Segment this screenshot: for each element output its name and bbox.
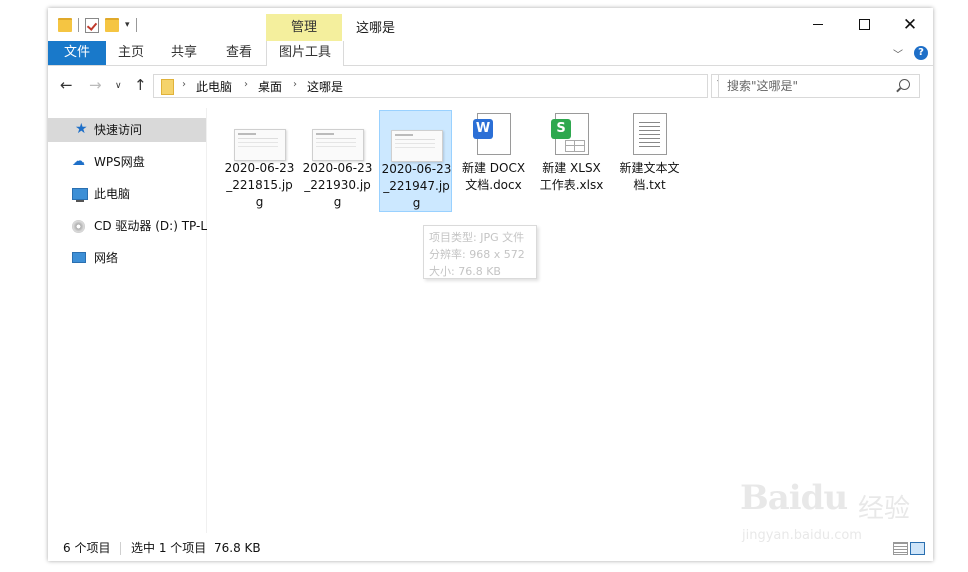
recent-locations-chevron-icon[interactable]: ∨: [115, 81, 122, 91]
tab-file[interactable]: 文件: [48, 41, 106, 65]
tab-picture-tools[interactable]: 图片工具: [266, 41, 344, 66]
selection-size: 76.8 KB: [214, 541, 261, 555]
properties-icon[interactable]: [85, 17, 99, 33]
sidebar-item-this-pc[interactable]: 此电脑: [48, 182, 206, 206]
breadcrumb-chevron-icon[interactable]: ›: [244, 79, 248, 90]
item-count: 6 个项目: [63, 541, 111, 555]
navigation-pane: ★ 快速访问 ☁ WPS网盘 此电脑 CD 驱动器 (D:) TP-L 网络: [48, 108, 207, 533]
file-name: 新建 DOCX 文档.docx: [461, 161, 526, 192]
file-item-jpg-221815[interactable]: 2020-06-23_221815.jpg: [223, 110, 296, 212]
image-thumbnail: [391, 130, 443, 162]
contextual-tab-manage: 管理: [266, 14, 342, 41]
file-item-docx[interactable]: 新建 DOCX 文档.docx: [457, 110, 530, 212]
folder-icon[interactable]: [58, 18, 72, 32]
wps-word-document-icon: [473, 113, 511, 155]
window-title: 这哪是: [356, 21, 396, 36]
tooltip-resolution: 分辨率: 968 x 572: [429, 248, 525, 261]
breadcrumb-this-pc[interactable]: 此电脑: [196, 78, 232, 95]
breadcrumb-chevron-icon[interactable]: ›: [293, 79, 297, 90]
minimize-button[interactable]: [795, 8, 841, 41]
close-icon: ✕: [902, 15, 918, 35]
sidebar-item-label: WPS网盘: [94, 155, 145, 169]
file-item-txt[interactable]: 新建文本文档.txt: [613, 110, 686, 212]
cd-drive-icon: [72, 220, 85, 233]
breadcrumb-current-folder[interactable]: 这哪是: [307, 78, 343, 95]
up-arrow-icon[interactable]: ↑: [134, 76, 147, 94]
computer-icon: [72, 188, 88, 202]
tab-view[interactable]: 查看: [214, 41, 264, 65]
search-box[interactable]: [718, 74, 920, 98]
back-arrow-icon[interactable]: ←: [60, 76, 73, 94]
sidebar-item-label: CD 驱动器 (D:) TP-L: [94, 219, 208, 233]
image-thumbnail: [312, 129, 364, 161]
forward-arrow-icon[interactable]: →: [89, 76, 102, 94]
toolbar-separator: [78, 18, 79, 32]
tab-share[interactable]: 共享: [158, 41, 210, 65]
breadcrumb-desktop[interactable]: 桌面: [258, 78, 282, 95]
customize-toolbar-icon[interactable]: ▾: [125, 20, 130, 30]
file-name: 新建 XLSX 工作表.xlsx: [539, 161, 604, 192]
ribbon-tabs: 文件 主页 共享 查看 图片工具 ﹀ ?: [48, 41, 933, 66]
expand-ribbon-chevron-icon[interactable]: ﹀: [893, 46, 903, 61]
close-button[interactable]: ✕: [887, 8, 933, 41]
new-folder-icon[interactable]: [105, 18, 119, 32]
tab-home[interactable]: 主页: [107, 41, 155, 65]
file-item-xlsx[interactable]: 新建 XLSX 工作表.xlsx: [535, 110, 608, 212]
sidebar-item-label: 网络: [94, 251, 119, 265]
search-icon[interactable]: [899, 79, 910, 90]
watermark-url: jingyan.baidu.com: [742, 528, 862, 543]
maximize-button[interactable]: [841, 8, 887, 41]
cloud-icon: ☁: [72, 154, 85, 169]
watermark-chinese-text: 经验: [858, 494, 911, 524]
breadcrumb-chevron-icon[interactable]: ›: [182, 79, 186, 90]
quick-access-toolbar: ▾: [58, 15, 137, 35]
address-bar[interactable]: › 此电脑 › 桌面 › 这哪是 ∨: [153, 74, 786, 98]
title-bar: ▾ 管理 这哪是 ✕: [48, 8, 933, 41]
navigation-bar: ← → ∨ ↑ › 此电脑 › 桌面 › 这哪是 ∨ ↻: [48, 66, 933, 104]
image-thumbnail: [234, 129, 286, 161]
file-name: 2020-06-23_221815.jpg: [224, 161, 295, 209]
sidebar-item-label: 快速访问: [94, 123, 143, 137]
folder-icon: [161, 79, 174, 95]
file-list: 2020-06-23_221815.jpg 2020-06-23_221930.…: [208, 108, 933, 533]
search-input[interactable]: [725, 77, 899, 95]
file-info-tooltip: 项目类型: JPG 文件 分辨率: 968 x 572 大小: 76.8 KB: [423, 225, 537, 279]
baidu-jingyan-watermark: Baidu 经验 jingyan.baidu.com: [740, 478, 940, 558]
sidebar-item-cd-drive[interactable]: CD 驱动器 (D:) TP-L: [48, 214, 208, 238]
star-icon: ★: [75, 121, 88, 137]
network-icon: [72, 252, 86, 263]
sidebar-item-label: 此电脑: [94, 187, 131, 201]
sidebar-item-network[interactable]: 网络: [48, 246, 206, 270]
status-separator: [120, 542, 121, 555]
selection-count: 选中 1 个项目: [131, 541, 207, 555]
tooltip-size: 大小: 76.8 KB: [429, 265, 501, 278]
file-item-jpg-221930[interactable]: 2020-06-23_221930.jpg: [301, 110, 374, 212]
sidebar-item-wps-cloud[interactable]: ☁ WPS网盘: [48, 150, 206, 174]
wps-spreadsheet-icon: [551, 113, 589, 155]
text-document-icon: [633, 113, 667, 155]
help-icon[interactable]: ?: [914, 46, 928, 60]
watermark-logo: Baidu: [740, 478, 848, 518]
file-name: 2020-06-23_221947.jpg: [381, 162, 452, 210]
file-item-jpg-221947[interactable]: 2020-06-23_221947.jpg: [379, 110, 452, 212]
file-name: 新建文本文档.txt: [619, 161, 680, 192]
sidebar-item-quick-access[interactable]: ★ 快速访问: [48, 118, 206, 142]
file-name: 2020-06-23_221930.jpg: [302, 161, 373, 209]
toolbar-separator: [135, 18, 137, 32]
tooltip-item-type: 项目类型: JPG 文件: [429, 231, 525, 244]
